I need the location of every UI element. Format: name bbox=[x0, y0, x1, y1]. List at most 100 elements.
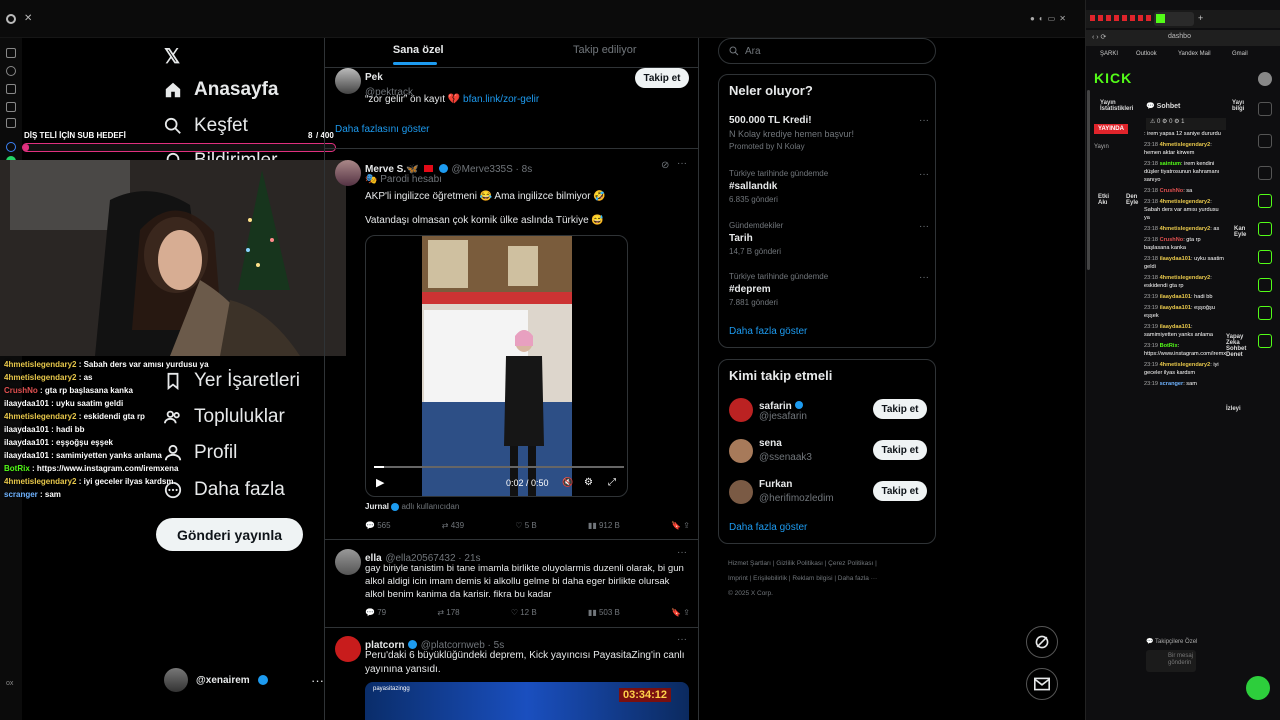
tweet-link[interactable]: bfan.link/zor-gelir bbox=[463, 94, 539, 105]
kick-tool-icon[interactable] bbox=[1258, 166, 1272, 180]
trend-more-icon[interactable]: ··· bbox=[919, 221, 929, 232]
kick-chat-input[interactable]: Bir mesaj gönderin bbox=[1146, 650, 1196, 672]
tweet-avatar[interactable] bbox=[335, 636, 361, 662]
sidebar-icon[interactable] bbox=[6, 102, 16, 112]
bookmark-button[interactable]: 🔖 ⇪ bbox=[671, 608, 690, 617]
close-tab-icon[interactable]: ✕ bbox=[24, 13, 32, 24]
trend-more-icon[interactable]: ··· bbox=[919, 272, 929, 283]
show-more-link[interactable]: Daha fazlasını göster bbox=[335, 124, 430, 135]
x-logo-icon[interactable]: 𝕏 bbox=[164, 44, 180, 69]
trends-show-more[interactable]: Daha fazla göster bbox=[729, 326, 807, 337]
user-name[interactable]: Furkan bbox=[759, 479, 792, 490]
footer-line[interactable]: Imprint | Erişilebilirlik | Reklam bilgi… bbox=[728, 571, 877, 586]
sidebar-icon[interactable] bbox=[6, 48, 16, 58]
kick-tab[interactable] bbox=[1154, 12, 1194, 26]
reply-button[interactable]: 💬 565 bbox=[365, 521, 391, 530]
tweet-video[interactable]: ▶ 0:02 / 0:50 🔇 ⚙ ⤢ bbox=[365, 235, 628, 497]
bookmark-item[interactable]: Yandex Mail bbox=[1178, 51, 1211, 57]
search-input[interactable]: Ara bbox=[718, 38, 936, 64]
trend-item[interactable]: Türkiye tarihinde gündemde #deprem 7.881… bbox=[729, 272, 929, 307]
tweet-video[interactable]: payasitazingg 03:34:12 bbox=[365, 682, 689, 720]
retweet-button[interactable]: ⇄ 439 bbox=[442, 521, 464, 530]
kick-tool-icon[interactable] bbox=[1258, 102, 1272, 116]
bookmark-item[interactable]: ŞARKI bbox=[1100, 51, 1118, 57]
kick-tool-icon[interactable] bbox=[1258, 278, 1272, 292]
promoted-trend[interactable]: 500.000 TL Kredi! N Kolay krediye hemen … bbox=[729, 115, 929, 151]
scrollbar[interactable] bbox=[1087, 90, 1090, 270]
sidebar-icon[interactable] bbox=[6, 84, 16, 94]
kick-address-bar[interactable]: ‹ › ⟳ dashbo bbox=[1086, 30, 1280, 46]
post-button[interactable]: Gönderi yayınla bbox=[156, 518, 303, 551]
kick-tool-icon[interactable] bbox=[1258, 222, 1272, 236]
bookmark-item[interactable]: Gmail bbox=[1232, 51, 1248, 57]
trend-more-icon[interactable]: ··· bbox=[919, 115, 929, 126]
chat-user[interactable]: 4hmetislegendary2 bbox=[1160, 142, 1211, 148]
chat-user[interactable]: BotRix bbox=[1160, 343, 1178, 349]
kick-tool-icon[interactable] bbox=[1258, 134, 1272, 148]
grok-icon[interactable]: ⊘ bbox=[661, 160, 669, 171]
lightning-icon[interactable] bbox=[1258, 194, 1272, 208]
follow-button[interactable]: Takip et bbox=[873, 399, 927, 419]
tweet[interactable]: Merve S.🦋 @Merve335S · 8s ⊘ ··· 🎭 Parodi… bbox=[325, 150, 698, 540]
trend-more-icon[interactable]: ··· bbox=[919, 169, 929, 180]
wrench-icon[interactable] bbox=[1258, 334, 1272, 348]
tab-following[interactable]: Takip ediliyor bbox=[512, 38, 699, 67]
source-name[interactable]: Jurnal bbox=[365, 502, 389, 511]
kick-tool-icon[interactable] bbox=[1258, 250, 1272, 264]
new-tab-icon[interactable]: + bbox=[1198, 13, 1203, 23]
fullscreen-icon[interactable]: ⤢ bbox=[608, 477, 616, 488]
chat-user[interactable]: 4hmetislegendary2 bbox=[1160, 226, 1211, 232]
tweet-author[interactable]: Pek bbox=[365, 72, 383, 83]
reply-button[interactable]: 💬 79 bbox=[365, 608, 386, 617]
sidebar-icon[interactable] bbox=[6, 118, 16, 128]
follow-button[interactable]: Takip et bbox=[873, 440, 927, 460]
tweet[interactable]: platcorn @platcornweb · 5s ··· Peru'daki… bbox=[325, 628, 698, 720]
bookmark-item[interactable]: Outlook bbox=[1136, 51, 1157, 57]
trend-item[interactable]: Gündemdekiler Tarih 14,7 B gönderi ··· bbox=[729, 221, 929, 256]
chat-user[interactable]: CrushNo bbox=[1160, 188, 1184, 194]
views-button[interactable]: ▮▮ 503 B bbox=[588, 608, 620, 617]
user-avatar[interactable] bbox=[729, 480, 753, 504]
chat-user[interactable]: ilaaydaa101 bbox=[1160, 256, 1191, 262]
account-switcher[interactable]: @xenairem ··· bbox=[164, 668, 324, 692]
tweet-more-icon[interactable]: ··· bbox=[677, 634, 687, 645]
tweet-avatar[interactable] bbox=[335, 160, 361, 186]
follow-button[interactable]: Takip et bbox=[873, 481, 927, 501]
tweet[interactable]: ella @ella20567432 · 21s ··· gay biriyle… bbox=[325, 541, 698, 628]
user-avatar[interactable] bbox=[729, 398, 753, 422]
footer-line[interactable]: Hizmet Şartları | Gizlilik Politikası | … bbox=[728, 556, 877, 571]
tweet-more-icon[interactable]: ··· bbox=[677, 158, 687, 169]
mute-icon[interactable]: 🔇 bbox=[562, 477, 573, 488]
account-more-icon[interactable]: ··· bbox=[311, 673, 324, 688]
like-button[interactable]: ♡ 5 B bbox=[515, 521, 536, 530]
nav-home[interactable]: Anasayfa bbox=[164, 79, 279, 101]
chat-user[interactable]: ilaaydaa101 bbox=[1160, 294, 1191, 300]
tweet-handle[interactable]: @Merve335S · 8s bbox=[451, 164, 532, 175]
tweet-avatar[interactable] bbox=[335, 68, 361, 94]
follow-button[interactable]: Takip et bbox=[635, 68, 689, 88]
tab-for-you[interactable]: Sana özel bbox=[325, 38, 512, 67]
tweet-avatar[interactable] bbox=[335, 549, 361, 575]
tweet-more-icon[interactable]: ··· bbox=[677, 547, 687, 558]
chat-user[interactable]: 4hmetislegendary2 bbox=[1160, 275, 1211, 281]
who-to-follow-item[interactable]: Furkan @herifimozledim Takip et bbox=[729, 478, 929, 510]
user-avatar[interactable] bbox=[729, 439, 753, 463]
sidebar-icon[interactable] bbox=[6, 66, 16, 76]
user-name[interactable]: sena bbox=[759, 438, 782, 449]
views-button[interactable]: ▮▮ 912 B bbox=[588, 521, 620, 530]
chat-user[interactable]: ilaaydaa101 bbox=[1160, 305, 1191, 311]
messages-button[interactable] bbox=[1026, 668, 1058, 700]
grok-button[interactable] bbox=[1026, 626, 1058, 658]
chat-user[interactable]: saintum bbox=[1160, 161, 1181, 167]
kick-logo[interactable]: KICK bbox=[1094, 70, 1132, 86]
play-icon[interactable]: ▶ bbox=[376, 476, 384, 489]
retweet-button[interactable]: ⇄ 178 bbox=[437, 608, 459, 617]
kick-user-avatar[interactable] bbox=[1258, 72, 1272, 86]
kick-tool-icon[interactable] bbox=[1258, 306, 1272, 320]
chat-user[interactable]: ilaaydaa101 bbox=[1160, 324, 1191, 330]
settings-icon[interactable]: ⚙ bbox=[584, 477, 593, 488]
chat-user[interactable]: 4hmetislegendary2 bbox=[1160, 199, 1211, 205]
chat-user[interactable]: CrushNo bbox=[1160, 237, 1184, 243]
bookmark-button[interactable]: 🔖 ⇪ bbox=[671, 521, 690, 530]
like-button[interactable]: ♡ 12 B bbox=[511, 608, 537, 617]
